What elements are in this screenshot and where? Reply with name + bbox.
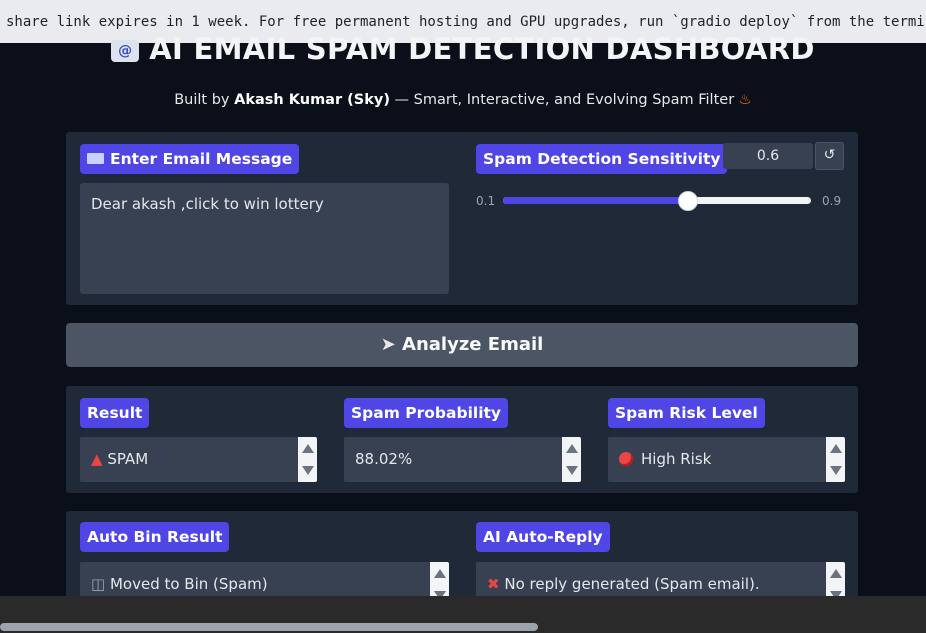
result-output: ▲ SPAM bbox=[80, 437, 317, 482]
risk-scroll-spinner[interactable] bbox=[826, 437, 845, 482]
probability-output: 88.02% bbox=[344, 437, 581, 482]
sensitivity-slider-track[interactable] bbox=[503, 197, 811, 204]
author-name: Akash Kumar (Sky) bbox=[234, 92, 390, 108]
reply-label-text: AI Auto-Reply bbox=[483, 528, 603, 546]
email-text-value: Dear akash ,click to win lottery bbox=[91, 195, 324, 213]
result-label: Result bbox=[80, 398, 150, 428]
sensitivity-label-text: Spam Detection Sensitivity bbox=[483, 150, 721, 168]
probability-value: 88.02% bbox=[355, 450, 413, 468]
sensitivity-slider-fill bbox=[503, 197, 688, 204]
risk-label-text: Spam Risk Level bbox=[615, 404, 758, 422]
reset-icon: ↺ bbox=[823, 147, 836, 163]
subtitle-prefix: Built by bbox=[174, 92, 235, 108]
scroll-up-icon bbox=[301, 443, 314, 453]
bin-label-text: Auto Bin Result bbox=[87, 528, 223, 546]
analyze-label: Analyze Email bbox=[402, 334, 544, 355]
reply-label: AI Auto-Reply bbox=[476, 522, 610, 552]
probability-label-text: Spam Probability bbox=[351, 404, 502, 422]
result-scroll-spinner[interactable] bbox=[298, 437, 317, 482]
sensitivity-number-input[interactable]: 0.6 bbox=[723, 143, 813, 169]
scroll-up-icon bbox=[829, 568, 842, 578]
fire-icon: ♨ bbox=[738, 92, 752, 108]
page-title: @ AI EMAIL SPAM DETECTION DASHBOARD bbox=[0, 32, 926, 66]
cross-mark-icon: ✖ bbox=[487, 575, 500, 593]
probability-label: Spam Probability bbox=[344, 398, 509, 428]
title-text: AI EMAIL SPAM DETECTION DASHBOARD bbox=[149, 32, 815, 66]
banner-text: share link expires in 1 week. For free p… bbox=[6, 14, 926, 30]
scroll-down-icon bbox=[565, 466, 578, 476]
scroll-up-icon bbox=[565, 443, 578, 453]
reset-button[interactable]: ↺ bbox=[815, 142, 844, 170]
horizontal-scrollbar-thumb[interactable] bbox=[0, 623, 538, 631]
page-subtitle: Built by Akash Kumar (Sky) — Smart, Inte… bbox=[0, 92, 926, 108]
scroll-down-icon bbox=[829, 466, 842, 476]
red-circle-icon bbox=[619, 452, 633, 466]
email-icon: @ bbox=[111, 40, 140, 62]
slider-max-label: 0.9 bbox=[822, 194, 842, 208]
sensitivity-label: Spam Detection Sensitivity bbox=[476, 144, 728, 174]
email-label-text: Enter Email Message bbox=[110, 150, 293, 168]
result-value: SPAM bbox=[107, 450, 149, 468]
sensitivity-value: 0.6 bbox=[756, 148, 780, 164]
results-panel: Result ▲ SPAM Spam Probability 88.02% Sp… bbox=[66, 386, 858, 493]
risk-label: Spam Risk Level bbox=[608, 398, 765, 428]
envelope-icon bbox=[87, 153, 104, 164]
analyze-email-button[interactable]: ➤ Analyze Email bbox=[66, 323, 858, 367]
bin-value: Moved to Bin (Spam) bbox=[109, 575, 268, 593]
email-input-label: Enter Email Message bbox=[80, 144, 300, 174]
risk-value: High Risk bbox=[641, 450, 712, 468]
risk-output: High Risk bbox=[608, 437, 845, 482]
result-label-text: Result bbox=[87, 404, 143, 422]
subtitle-suffix: — Smart, Interactive, and Evolving Spam … bbox=[389, 92, 735, 108]
input-panel: Enter Email Message Dear akash ,click to… bbox=[66, 132, 858, 305]
reply-value: No reply generated (Spam email). bbox=[504, 575, 760, 593]
scroll-up-icon bbox=[829, 443, 842, 453]
scroll-down-icon bbox=[301, 466, 314, 476]
email-textarea[interactable]: Dear akash ,click to win lottery bbox=[80, 183, 449, 294]
siren-icon: ▲ bbox=[91, 450, 103, 468]
sensitivity-slider-thumb[interactable] bbox=[678, 191, 698, 211]
probability-scroll-spinner[interactable] bbox=[562, 437, 581, 482]
bin-label: Auto Bin Result bbox=[80, 522, 230, 552]
slider-min-label: 0.1 bbox=[476, 194, 496, 208]
rocket-icon: ➤ bbox=[380, 334, 396, 355]
scroll-up-icon bbox=[433, 568, 446, 578]
wastebasket-icon: ◫ bbox=[91, 575, 106, 593]
